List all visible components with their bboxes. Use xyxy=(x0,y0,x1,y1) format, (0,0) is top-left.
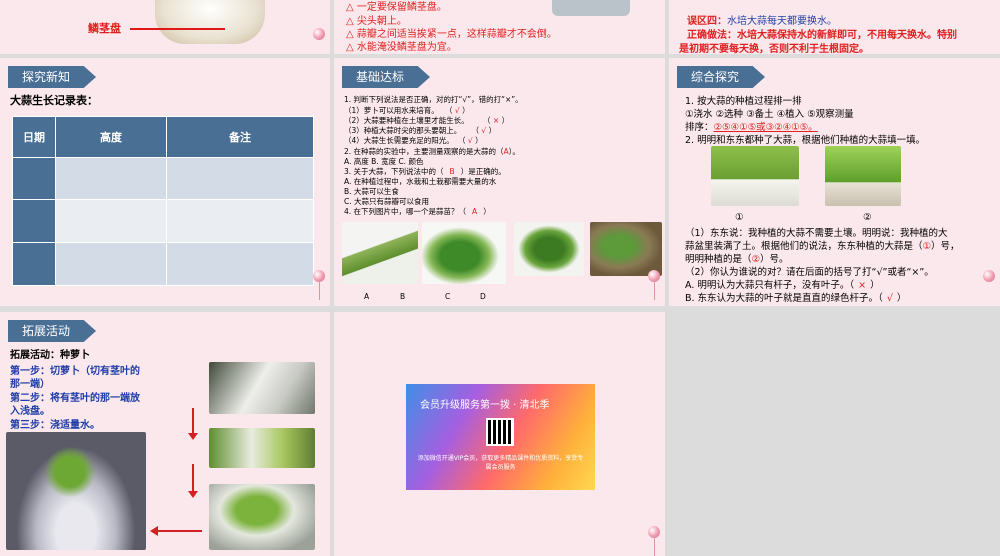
q4-text-body: 4. 在下列图片中，哪一个是蒜苗？（ xyxy=(344,207,467,216)
answer-6: B xyxy=(449,167,455,176)
activity-title: 拓展活动：种萝卜 xyxy=(10,350,90,361)
photo-label-2: ② xyxy=(863,212,872,223)
q1-item-4: （4）大蒜生长需要充足的阳光。（ √ ） xyxy=(344,136,483,145)
answer-3: √ xyxy=(481,126,487,135)
sprouting-photo[interactable] xyxy=(209,484,315,550)
answer-2: × xyxy=(492,116,500,125)
pin-icon xyxy=(983,270,995,282)
growth-record-table: 日期 高度 备注 xyxy=(12,116,314,286)
garlic-water-photo[interactable] xyxy=(711,146,799,206)
radish-sprouts xyxy=(40,442,100,502)
col-date: 日期 xyxy=(12,116,56,158)
tops-photo[interactable] xyxy=(209,428,315,468)
table-row[interactable] xyxy=(12,156,314,201)
answer-7: A xyxy=(472,207,478,216)
answer-1: √ xyxy=(454,106,460,115)
down-arrow-icon xyxy=(188,464,198,498)
option-b-answer: √ xyxy=(886,293,893,304)
slide-header: 探究新知 xyxy=(8,66,97,88)
q1-item-4-text: （4）大蒜生长需要充足的阳光。 xyxy=(344,136,454,145)
q1-item-3-text: （3）种植大蒜时尖的那头要朝上。 xyxy=(344,126,462,135)
pin-icon xyxy=(648,270,660,282)
option-b-label: B xyxy=(400,292,406,301)
myth-line: 误区四：水培大蒜每天都要换水。 xyxy=(687,12,837,27)
top-left-slide: 鳞茎盘 xyxy=(0,0,330,54)
slide-comprehensive[interactable]: 综合探究 1. 按大蒜的种植过程排一排 ①浇水 ②选种 ③备土 ④植入 ⑤观察测… xyxy=(669,58,1000,306)
option-a-label: A xyxy=(364,292,370,301)
step-2b: 入浅盘。 xyxy=(10,406,50,417)
option-a: A. 明明认为大蒜只有杆子，没有叶子。（ ×） xyxy=(685,277,880,291)
step-1b: 那一端） xyxy=(10,379,50,390)
p4: （2）你认为谁说的对？请在后面的括号了打“√”或者“×”。 xyxy=(685,267,934,278)
pointer-arrow xyxy=(130,28,225,30)
tip-line-4: △ 水能淹没鳞茎盘为宜。 xyxy=(346,42,457,53)
top-right-slide: 误区四：水培大蒜每天都要换水。 正确做法：水培大蒜保持水的新鲜即可，不用每天换水… xyxy=(669,0,1000,54)
q2-tail: ）。 xyxy=(508,147,520,156)
table-row[interactable] xyxy=(12,242,314,286)
q1-item-1-text: （1）萝卜可以用水来培育。 xyxy=(344,106,439,115)
photo-label-1: ① xyxy=(735,212,744,223)
promo-title: 会员升级服务第一拨 · 清北季 xyxy=(420,400,550,411)
q1-text: 1. 按大蒜的种植过程排一排 xyxy=(685,96,802,107)
pin-icon xyxy=(313,270,325,282)
garlic-soil-photo[interactable] xyxy=(825,146,901,206)
pin-icon xyxy=(648,526,660,538)
left-arrow-icon xyxy=(156,530,202,532)
qr-code-icon[interactable] xyxy=(486,418,514,446)
q2-text-body: 2. 在种蒜的实验中，主要测量观察的是大蒜的（ xyxy=(344,147,504,156)
option-d-label: D xyxy=(480,292,486,301)
q3-tail: ）是正确的。 xyxy=(460,167,506,176)
record-table-title: 大蒜生长记录表： xyxy=(10,94,98,107)
cutting-photo[interactable] xyxy=(209,362,315,414)
q4-close: ） xyxy=(483,207,491,216)
p3: 明明种植的是（②）号。 xyxy=(685,251,789,265)
correct-line-2: 是初期不要每天换，否则不利于生根固定。 xyxy=(679,44,869,54)
option-c-label: C xyxy=(445,292,451,301)
option-b: B. 东东认为大蒜的叶子就是直直的绿色杆子。（ √） xyxy=(685,290,906,304)
q2-text: 2. 明明和东东都种了大蒜，根据他们种植的大蒜填一填。 xyxy=(685,135,926,146)
garlic-photo xyxy=(155,0,265,44)
option-a-image[interactable] xyxy=(342,222,418,284)
slide-extension[interactable]: 拓展活动 拓展活动：种萝卜 第一步：切萝卜（切有茎叶的 那一端） 第二步：将有茎… xyxy=(0,312,330,556)
p2-answer: ① xyxy=(922,241,932,252)
slide-promo[interactable]: 会员升级服务第一拨 · 清北季 添加微信开通VIP会员，获取更多精品课件和优质资… xyxy=(334,312,665,556)
slide-basic[interactable]: 基础达标 1. 判断下列说法是否正确，对的打“√”，错的打“×”。 （1）萝卜可… xyxy=(334,58,665,306)
col-height: 高度 xyxy=(55,116,167,158)
pin-icon xyxy=(313,28,325,40)
col-notes: 备注 xyxy=(166,116,314,158)
down-arrow-icon xyxy=(188,408,198,440)
option-b-text: B. 东东认为大蒜的叶子就是直直的绿色杆子。（ xyxy=(685,293,883,304)
p1: （1）东东说：我种植的大蒜不需要土壤。明明说：我种植的大 xyxy=(685,228,948,239)
slide-header: 拓展活动 xyxy=(8,320,97,342)
q3-text-body: 3. 关于大蒜，下列说法中的（ xyxy=(344,167,444,176)
dish-photo xyxy=(552,0,630,16)
q1-text: 1. 判断下列说法是否正确，对的打“√”，错的打“×”。 xyxy=(344,95,523,104)
step-3: 第三步：浇适量水。 xyxy=(10,420,100,431)
q4-text: 4. 在下列图片中，哪一个是蒜苗？（ A ） xyxy=(344,206,491,217)
slide-explore[interactable]: 探究新知 大蒜生长记录表： 日期 高度 备注 xyxy=(0,58,330,306)
p2-tail: ）号， xyxy=(931,241,960,252)
q1-order: 排序：②⑤④①⑤或③②④①⑤。 xyxy=(685,119,818,133)
promo-banner[interactable]: 会员升级服务第一拨 · 清北季 添加微信开通VIP会员，获取更多精品课件和优质资… xyxy=(406,384,595,490)
table-row[interactable] xyxy=(12,199,314,244)
option-d-image[interactable] xyxy=(590,222,662,276)
left-arrow-head xyxy=(150,526,158,536)
option-b-image[interactable] xyxy=(422,222,506,284)
option-b-close: ） xyxy=(896,293,907,304)
promo-fine-print: 添加微信开通VIP会员，获取更多精品课件和优质资料，享受专属会员服务 xyxy=(417,455,584,471)
slide-header: 综合探究 xyxy=(677,66,766,88)
correct-line: 正确做法：水培大蒜保持水的新鲜即可，不用每天换水。特别 xyxy=(687,26,957,41)
q1-item-2-text: （2）大蒜要种植在土壤里才能生长。 xyxy=(344,116,469,125)
q1-steps: ①浇水 ②选种 ③备土 ④植入 ⑤观察测量 xyxy=(685,109,854,120)
top-middle-slide: △ 一定要保留鳞茎盘。 △ 尖头朝上。 △ 蒜瓣之间适当挨紧一点，这样蒜瓣才不会… xyxy=(334,0,665,54)
bulb-disc-label: 鳞茎盘 xyxy=(88,22,121,35)
slide-header: 基础达标 xyxy=(342,66,431,88)
p2: 蒜盆里装满了土。根据他们的说法，东东种植的大蒜是（①）号， xyxy=(685,238,960,252)
answer-4: √ xyxy=(467,136,473,145)
option-c-image[interactable] xyxy=(514,222,584,276)
